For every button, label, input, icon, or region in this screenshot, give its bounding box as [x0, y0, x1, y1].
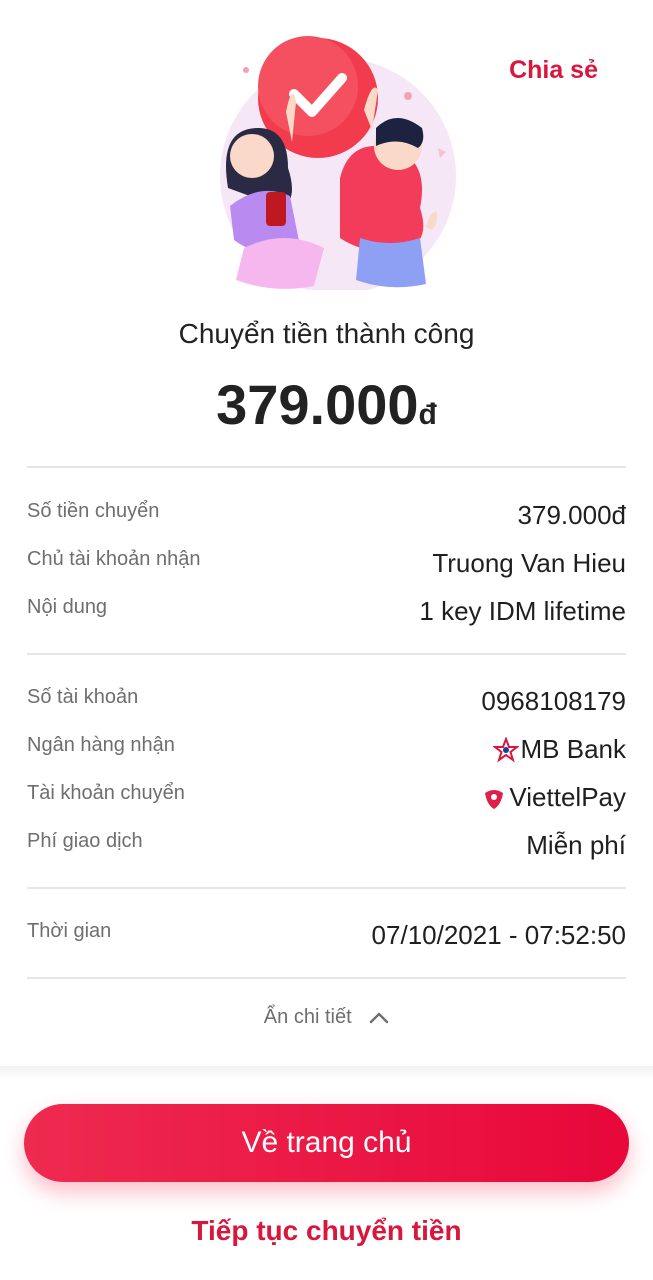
detail-value: 379.000đ [517, 500, 626, 530]
divider [27, 653, 626, 655]
detail-value: Miễn phí [526, 830, 626, 860]
detail-value: 0968108179 [481, 686, 626, 716]
detail-row-source-account: Tài khoản chuyển ViettelPay [27, 782, 626, 822]
detail-row-content: Nội dung 1 key IDM lifetime [27, 596, 626, 636]
amount-value: 379.000 [216, 373, 419, 436]
detail-label: Phí giao dịch [27, 830, 143, 852]
hide-details-label: Ẩn chi tiết [263, 1006, 352, 1028]
divider [27, 466, 626, 468]
detail-label: Nội dung [27, 596, 108, 618]
detail-row-amount: Số tiền chuyển 379.000đ [27, 500, 626, 540]
hide-details-toggle[interactable]: Ẩn chi tiết [0, 1006, 653, 1029]
transfer-amount: 379.000đ [0, 372, 653, 437]
bank-name: MB Bank [520, 734, 627, 764]
divider [27, 977, 626, 979]
detail-label: Ngân hàng nhận [27, 734, 175, 756]
bottom-panel-separator [0, 1066, 653, 1080]
detail-label: Số tài khoản [27, 686, 139, 708]
home-button[interactable]: Về trang chủ [24, 1104, 629, 1182]
detail-row-bank: Ngân hàng nhận MB Bank [27, 734, 626, 774]
detail-value: 1 key IDM lifetime [419, 596, 626, 626]
detail-value-source: ViettelPay [481, 782, 626, 813]
share-button[interactable]: Chia sẻ [509, 56, 598, 85]
viettelpay-logo-icon [485, 789, 504, 809]
chevron-up-icon [369, 1012, 389, 1023]
detail-value: Truong Van Hieu [432, 548, 626, 578]
detail-label: Số tiền chuyển [27, 500, 160, 522]
source-account-name: ViettelPay [509, 782, 626, 812]
detail-value: 07/10/2021 - 07:52:50 [371, 920, 626, 950]
detail-row-recipient: Chủ tài khoản nhận Truong Van Hieu [27, 548, 626, 588]
detail-label: Thời gian [27, 920, 112, 942]
detail-label: Tài khoản chuyển [27, 782, 185, 804]
currency-symbol: đ [418, 398, 437, 431]
detail-row-account-number: Số tài khoản 0968108179 [27, 686, 626, 726]
detail-row-fee: Phí giao dịch Miễn phí [27, 830, 626, 870]
detail-row-time: Thời gian 07/10/2021 - 07:52:50 [27, 920, 626, 960]
success-illustration [220, 36, 456, 290]
divider [27, 887, 626, 889]
continue-transfer-button[interactable]: Tiếp tục chuyển tiền [0, 1215, 653, 1247]
detail-value-bank: MB Bank [492, 734, 627, 765]
result-title: Chuyển tiền thành công [178, 318, 475, 349]
mb-bank-logo-icon [492, 736, 519, 763]
detail-label: Chủ tài khoản nhận [27, 548, 201, 570]
